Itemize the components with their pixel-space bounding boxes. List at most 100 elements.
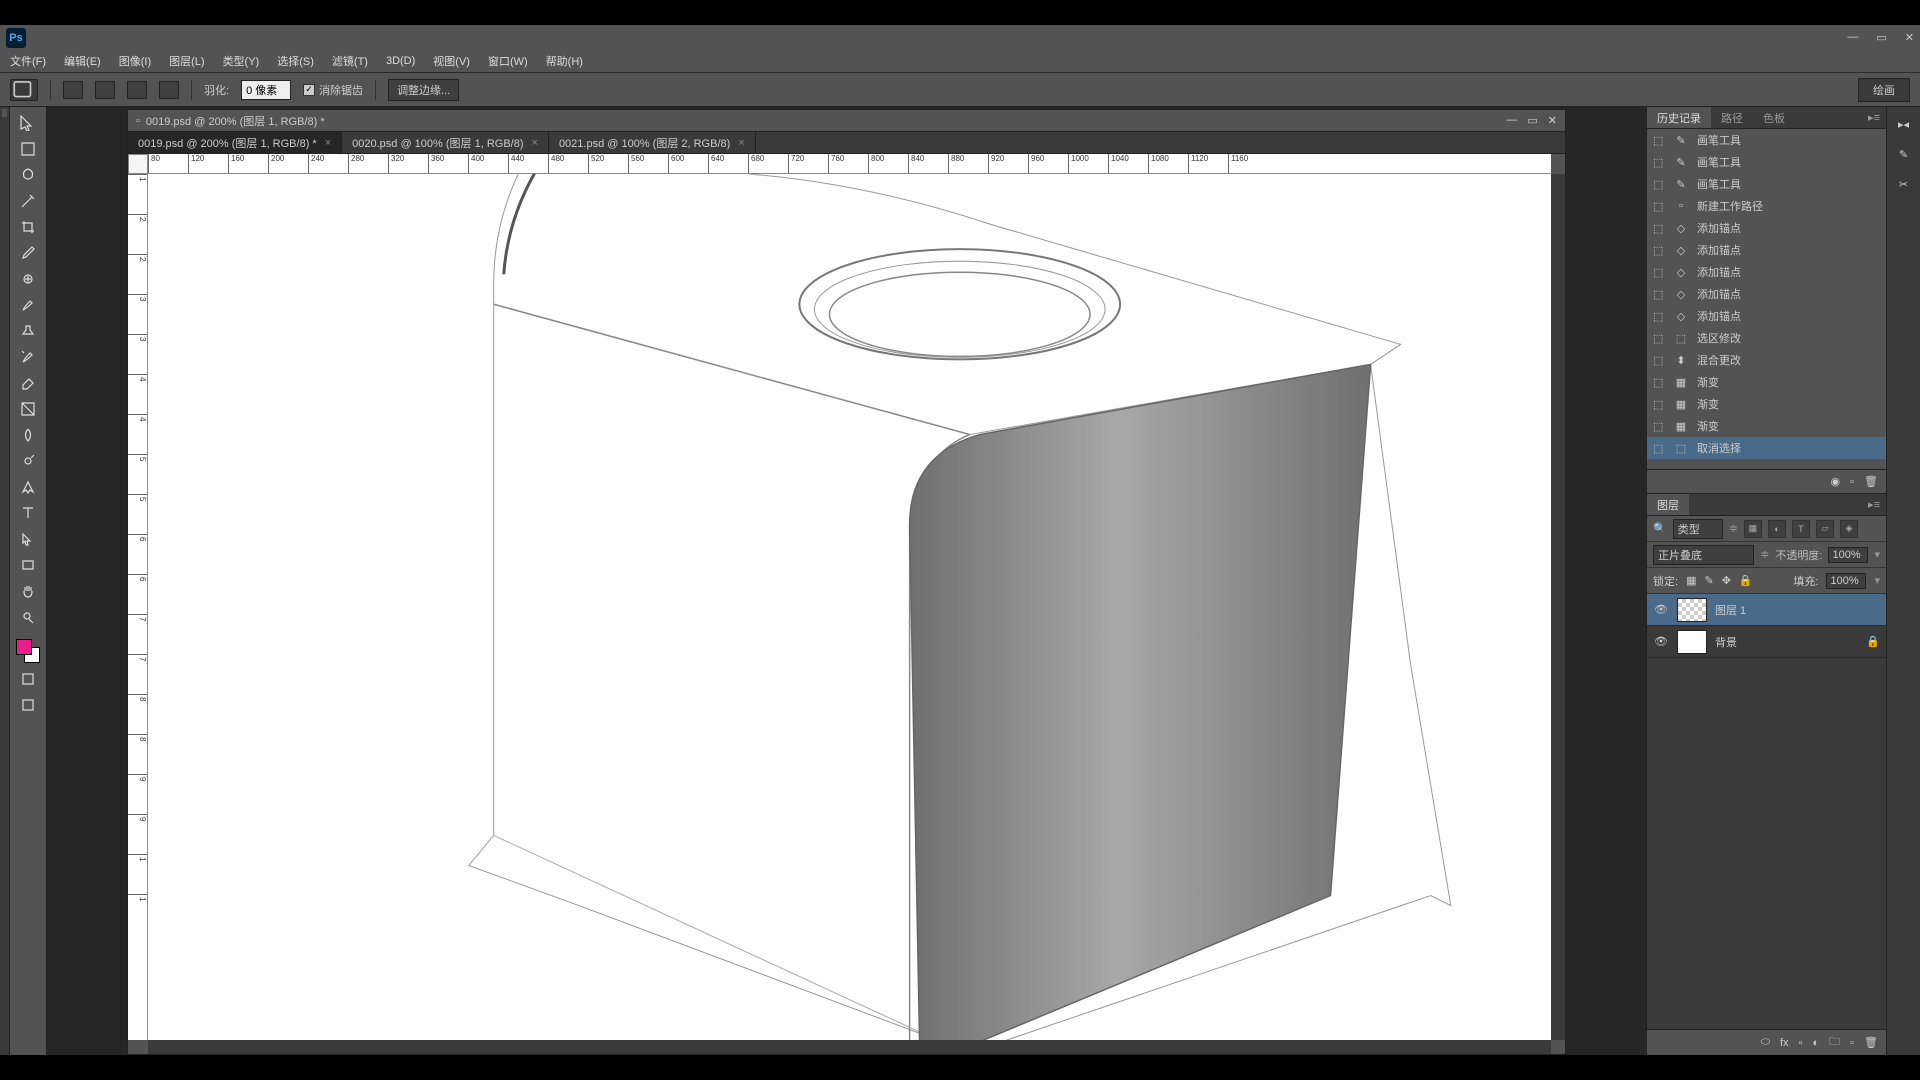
- layer-group-icon[interactable]: 🗀: [1829, 1033, 1840, 1052]
- history-item[interactable]: ⬚✎画笔工具: [1647, 129, 1886, 151]
- filter-adjust-icon[interactable]: ◐: [1768, 520, 1786, 538]
- history-checkbox[interactable]: ⬚: [1653, 420, 1665, 433]
- menu-item[interactable]: 文件(F): [10, 53, 46, 69]
- filter-shape-icon[interactable]: ▱: [1816, 520, 1834, 538]
- history-checkbox[interactable]: ⬚: [1653, 222, 1665, 235]
- menu-item[interactable]: 窗口(W): [488, 53, 528, 69]
- history-item[interactable]: ⬚▫新建工作路径: [1647, 195, 1886, 217]
- tab-close-icon[interactable]: ×: [738, 137, 744, 149]
- brush-settings-icon[interactable]: ✎: [1893, 143, 1915, 165]
- scrollbar-horizontal[interactable]: [148, 1040, 1551, 1054]
- layer-mask-icon[interactable]: ▫: [1799, 1037, 1803, 1049]
- filter-smart-icon[interactable]: ◈: [1840, 520, 1858, 538]
- screenmode-button[interactable]: [14, 693, 42, 717]
- eyedropper-tool[interactable]: [14, 241, 42, 265]
- selection-new-button[interactable]: [63, 81, 83, 99]
- lock-pos-icon[interactable]: ✥: [1722, 574, 1731, 587]
- history-checkbox[interactable]: ⬚: [1653, 134, 1665, 147]
- layer-name[interactable]: 图层 1: [1715, 602, 1746, 618]
- history-checkbox[interactable]: ⬚: [1653, 332, 1665, 345]
- history-item[interactable]: ⬚◇添加锚点: [1647, 305, 1886, 327]
- history-panel-menu[interactable]: ▸≡: [1862, 107, 1886, 128]
- antialias-checkbox[interactable]: ✓ 消除锯齿: [303, 82, 363, 98]
- blur-tool[interactable]: [14, 423, 42, 447]
- lock-all-icon[interactable]: 🔒: [1739, 574, 1753, 587]
- history-delete-icon[interactable]: 🗑: [1864, 475, 1878, 488]
- stamp-tool[interactable]: [14, 319, 42, 343]
- refine-edge-button[interactable]: 调整边缘...: [388, 79, 459, 101]
- fill-input[interactable]: 100%: [1826, 573, 1866, 589]
- tab-close-icon[interactable]: ×: [325, 137, 331, 149]
- history-item[interactable]: ⬚◇添加锚点: [1647, 261, 1886, 283]
- history-item[interactable]: ⬚▦渐变: [1647, 393, 1886, 415]
- doc-close-button[interactable]: ✕: [1548, 114, 1557, 127]
- new-layer-icon[interactable]: ▫: [1850, 1037, 1854, 1049]
- quickmask-button[interactable]: [14, 667, 42, 691]
- layers-panel-menu[interactable]: ▸≡: [1862, 494, 1886, 515]
- healing-tool[interactable]: [14, 267, 42, 291]
- history-item[interactable]: ⬚▦渐变: [1647, 415, 1886, 437]
- doc-maximize-button[interactable]: ▭: [1527, 114, 1537, 127]
- minimize-button[interactable]: —: [1847, 31, 1858, 44]
- layer-visibility-icon[interactable]: 👁: [1653, 603, 1669, 616]
- color-swatches[interactable]: [14, 637, 42, 665]
- workspace-switcher[interactable]: 绘画: [1858, 78, 1910, 102]
- tab-close-icon[interactable]: ×: [532, 137, 538, 149]
- history-checkbox[interactable]: ⬚: [1653, 288, 1665, 301]
- lock-trans-icon[interactable]: ▦: [1686, 574, 1696, 587]
- history-checkbox[interactable]: ⬚: [1653, 200, 1665, 213]
- eraser-tool[interactable]: [14, 371, 42, 395]
- history-item[interactable]: ⬚✎画笔工具: [1647, 173, 1886, 195]
- zoom-tool[interactable]: [14, 605, 42, 629]
- menu-item[interactable]: 视图(V): [433, 53, 470, 69]
- link-layers-icon[interactable]: ⬭: [1761, 1036, 1770, 1049]
- scrollbar-vertical[interactable]: [1551, 174, 1565, 1040]
- layer-fx-icon[interactable]: fx: [1780, 1037, 1789, 1049]
- history-checkbox[interactable]: ⬚: [1653, 156, 1665, 169]
- canvas[interactable]: [148, 174, 1551, 1040]
- history-item[interactable]: ⬚◇添加锚点: [1647, 239, 1886, 261]
- history-item[interactable]: ⬚⬚选区修改: [1647, 327, 1886, 349]
- menu-item[interactable]: 类型(Y): [223, 53, 260, 69]
- document-tab[interactable]: 0020.psd @ 100% (图层 1, RGB/8)×: [342, 132, 549, 153]
- selection-intersect-button[interactable]: [159, 81, 179, 99]
- ruler-horizontal[interactable]: 8012016020024028032036040044048052056060…: [148, 154, 1551, 174]
- history-item[interactable]: ⬚⬍混合更改: [1647, 349, 1886, 371]
- tab-swatches[interactable]: 色板: [1753, 107, 1795, 128]
- menu-item[interactable]: 滤镜(T): [332, 53, 368, 69]
- history-item[interactable]: ⬚◇添加锚点: [1647, 283, 1886, 305]
- ruler-vertical[interactable]: 1223344556677889911: [128, 174, 148, 1040]
- crop-tool[interactable]: [14, 215, 42, 239]
- dock-grip-icon[interactable]: ▸◂: [1893, 113, 1915, 135]
- blend-mode-select[interactable]: 正片叠底: [1653, 545, 1754, 565]
- history-item[interactable]: ⬚✎画笔工具: [1647, 151, 1886, 173]
- selection-subtract-button[interactable]: [127, 81, 147, 99]
- history-checkbox[interactable]: ⬚: [1653, 376, 1665, 389]
- delete-layer-icon[interactable]: 🗑: [1864, 1036, 1878, 1049]
- opacity-input[interactable]: 100%: [1828, 547, 1868, 563]
- marquee-tool[interactable]: [14, 137, 42, 161]
- history-checkbox[interactable]: ⬚: [1653, 354, 1665, 367]
- move-tool[interactable]: [14, 111, 42, 135]
- tool-preset-icon[interactable]: [10, 79, 38, 101]
- history-item[interactable]: ⬚◇添加锚点: [1647, 217, 1886, 239]
- document-tab[interactable]: 0021.psd @ 100% (图层 2, RGB/8)×: [549, 132, 756, 153]
- layer-item[interactable]: 👁 图层 1: [1647, 594, 1886, 626]
- ruler-origin[interactable]: [128, 154, 148, 174]
- collapsed-left-dock[interactable]: [0, 107, 10, 1055]
- history-item[interactable]: ⬚⬚取消选择: [1647, 437, 1886, 459]
- history-item[interactable]: ⬚▦渐变: [1647, 371, 1886, 393]
- menu-item[interactable]: 编辑(E): [64, 53, 101, 69]
- menu-item[interactable]: 图层(L): [169, 53, 204, 69]
- filter-pixel-icon[interactable]: ▦: [1744, 520, 1762, 538]
- type-tool[interactable]: [14, 501, 42, 525]
- layer-thumbnail[interactable]: [1677, 598, 1707, 622]
- menu-item[interactable]: 选择(S): [277, 53, 314, 69]
- document-tab[interactable]: 0019.psd @ 200% (图层 1, RGB/8) *×: [128, 132, 342, 153]
- close-button[interactable]: ✕: [1905, 31, 1914, 44]
- feather-input[interactable]: 0 像素: [241, 80, 291, 100]
- adjustment-layer-icon[interactable]: ◐: [1812, 1037, 1819, 1049]
- gradient-tool[interactable]: [14, 397, 42, 421]
- wand-tool[interactable]: [14, 189, 42, 213]
- layer-item[interactable]: 👁背景🔒: [1647, 626, 1886, 658]
